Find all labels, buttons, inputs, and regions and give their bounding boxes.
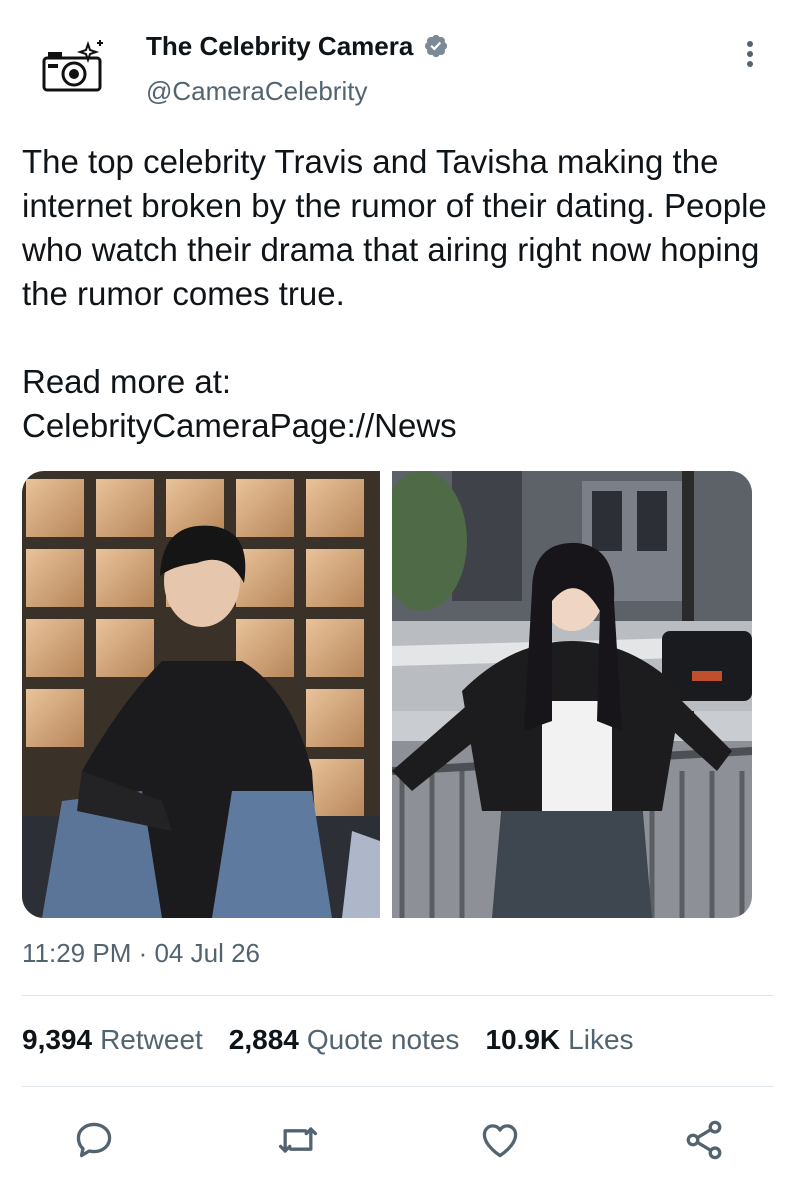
likes-stat[interactable]: 10.9K Likes: [485, 1024, 633, 1056]
share-icon[interactable]: [682, 1118, 726, 1162]
photo-man-leather-jacket[interactable]: [22, 471, 380, 918]
reply-icon[interactable]: [72, 1118, 116, 1162]
tweet-timestamp[interactable]: 11:29 PM · 04 Jul 26: [22, 938, 260, 969]
account-name[interactable]: The Celebrity Camera: [146, 31, 413, 62]
verified-badge-icon: [425, 34, 448, 58]
divider-top: [22, 995, 774, 996]
timestamp-separator: ·: [131, 938, 155, 968]
photo-woman-city-street[interactable]: [392, 471, 752, 918]
action-bar: [0, 1110, 796, 1170]
retweet-icon[interactable]: [276, 1118, 320, 1162]
heart-icon[interactable]: [478, 1118, 522, 1162]
retweets-count: 9,394: [22, 1024, 93, 1055]
quotes-stat[interactable]: 2,884 Quote notes: [229, 1024, 460, 1056]
tweet-time: 11:29 PM: [22, 938, 132, 968]
tweet-header: The Celebrity Camera @CameraCelebrity: [0, 0, 796, 130]
camera-logo-icon[interactable]: [38, 38, 110, 98]
likes-label: Likes: [568, 1024, 634, 1055]
retweets-stat[interactable]: 9,394 Retweet: [22, 1024, 203, 1056]
more-vertical-icon[interactable]: [738, 36, 762, 72]
tweet-text: The top celebrity Travis and Tavisha mak…: [22, 143, 767, 444]
quotes-count: 2,884: [228, 1024, 299, 1055]
tweet-stats: 9,394 Retweet 2,884 Quote notes 10.9K Likes: [22, 1024, 634, 1056]
quotes-label: Quote notes: [306, 1024, 460, 1055]
divider-bottom: [22, 1086, 774, 1087]
tweet-media[interactable]: [22, 471, 752, 918]
tweet-date: 04 Jul 26: [154, 938, 260, 968]
account-handle[interactable]: @CameraCelebrity: [146, 76, 367, 107]
retweets-label: Retweet: [100, 1024, 203, 1055]
likes-count: 10.9K: [485, 1024, 561, 1055]
account-name-row: The Celebrity Camera: [146, 28, 449, 64]
